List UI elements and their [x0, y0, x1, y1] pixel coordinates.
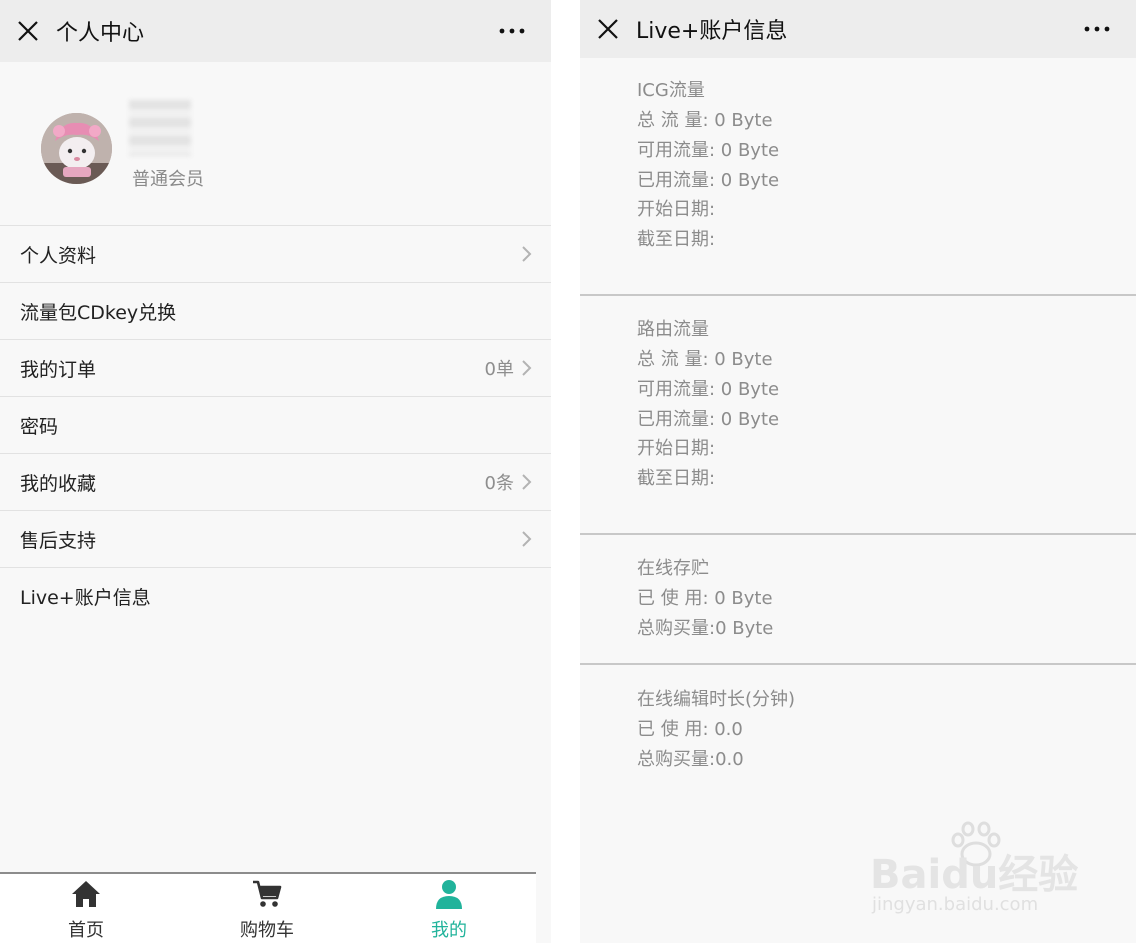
tab-cart-label: 购物车	[240, 920, 294, 941]
more-icon[interactable]	[1082, 17, 1112, 41]
menu-item-live-account[interactable]: Live+账户信息	[0, 567, 551, 624]
section-title: 在线存贮	[637, 558, 709, 579]
section-title: 路由流量	[637, 319, 709, 340]
start-date: 开始日期:	[637, 438, 716, 459]
page-title: Live+账户信息	[636, 19, 788, 44]
home-icon	[72, 881, 100, 907]
tab-me[interactable]: 我的	[389, 874, 509, 943]
menu-item-label: 流量包CDkey兑换	[20, 301, 177, 324]
menu-item-password[interactable]: 密码	[0, 396, 551, 453]
close-icon[interactable]	[16, 19, 40, 43]
menu-item-label: 个人资料	[20, 244, 97, 267]
personal-center-screen: 个人中心 普通会员 个人资料 流量包CDkey兑换 我的订单 0单 密码 我的收…	[0, 0, 551, 943]
tab-home-label: 首页	[68, 920, 104, 941]
available-traffic: 可用流量: 0 Byte	[637, 379, 780, 400]
end-date: 截至日期:	[637, 468, 716, 489]
bottom-tab-bar: 首页 购物车 我的	[0, 872, 536, 943]
menu-item-favorites[interactable]: 我的收藏 0条	[0, 453, 551, 510]
user-icon	[436, 880, 462, 909]
profile-card: 普通会员	[0, 62, 551, 225]
section-title: 在线编辑时长(分钟)	[637, 689, 796, 710]
menu-list: 个人资料 流量包CDkey兑换 我的订单 0单 密码 我的收藏 0条 售后支持 …	[0, 225, 551, 624]
menu-item-label: Live+账户信息	[20, 586, 151, 609]
chevron-right-icon	[522, 531, 532, 547]
menu-item-label: 售后支持	[20, 529, 97, 552]
order-count: 0单	[484, 359, 514, 380]
menu-item-after-sales[interactable]: 售后支持	[0, 510, 551, 567]
menu-item-profile[interactable]: 个人资料	[0, 225, 551, 282]
tab-home[interactable]: 首页	[26, 874, 146, 943]
tab-cart[interactable]: 购物车	[207, 874, 327, 943]
total-traffic: 总 流 量: 0 Byte	[637, 110, 773, 131]
divider	[580, 663, 1136, 665]
tab-me-label: 我的	[431, 920, 467, 941]
title-bar: Live+账户信息	[580, 0, 1136, 58]
close-icon[interactable]	[596, 17, 620, 41]
start-date: 开始日期:	[637, 199, 716, 220]
divider	[580, 294, 1136, 296]
live-account-info-screen: Live+账户信息 ICG流量 总 流 量: 0 Byte 可用流量: 0 By…	[580, 0, 1136, 943]
divider	[580, 533, 1136, 535]
used-traffic: 已用流量: 0 Byte	[637, 170, 780, 191]
page-title: 个人中心	[56, 21, 145, 46]
menu-item-orders[interactable]: 我的订单 0单	[0, 339, 551, 396]
editing-purchased: 总购买量:0.0	[637, 749, 744, 770]
chevron-right-icon	[522, 360, 532, 376]
favorite-count: 0条	[484, 473, 514, 494]
username-blurred	[129, 100, 191, 156]
end-date: 截至日期:	[637, 229, 716, 250]
cart-icon	[253, 880, 282, 907]
title-bar: 个人中心	[0, 0, 551, 62]
used-traffic: 已用流量: 0 Byte	[637, 409, 780, 430]
chevron-right-icon	[522, 474, 532, 490]
total-traffic: 总 流 量: 0 Byte	[637, 349, 773, 370]
member-level: 普通会员	[132, 169, 204, 190]
chevron-right-icon	[522, 246, 532, 262]
available-traffic: 可用流量: 0 Byte	[637, 140, 780, 161]
more-icon[interactable]	[497, 19, 527, 43]
storage-purchased: 总购买量:0 Byte	[637, 618, 774, 639]
menu-item-label: 我的收藏	[20, 472, 97, 495]
editing-used: 已 使 用: 0.0	[637, 719, 743, 740]
menu-item-cdkey[interactable]: 流量包CDkey兑换	[0, 282, 551, 339]
avatar[interactable]	[41, 113, 112, 184]
section-title: ICG流量	[637, 80, 705, 101]
menu-item-label: 我的订单	[20, 358, 97, 381]
menu-item-label: 密码	[20, 415, 59, 438]
storage-used: 已 使 用: 0 Byte	[637, 588, 773, 609]
